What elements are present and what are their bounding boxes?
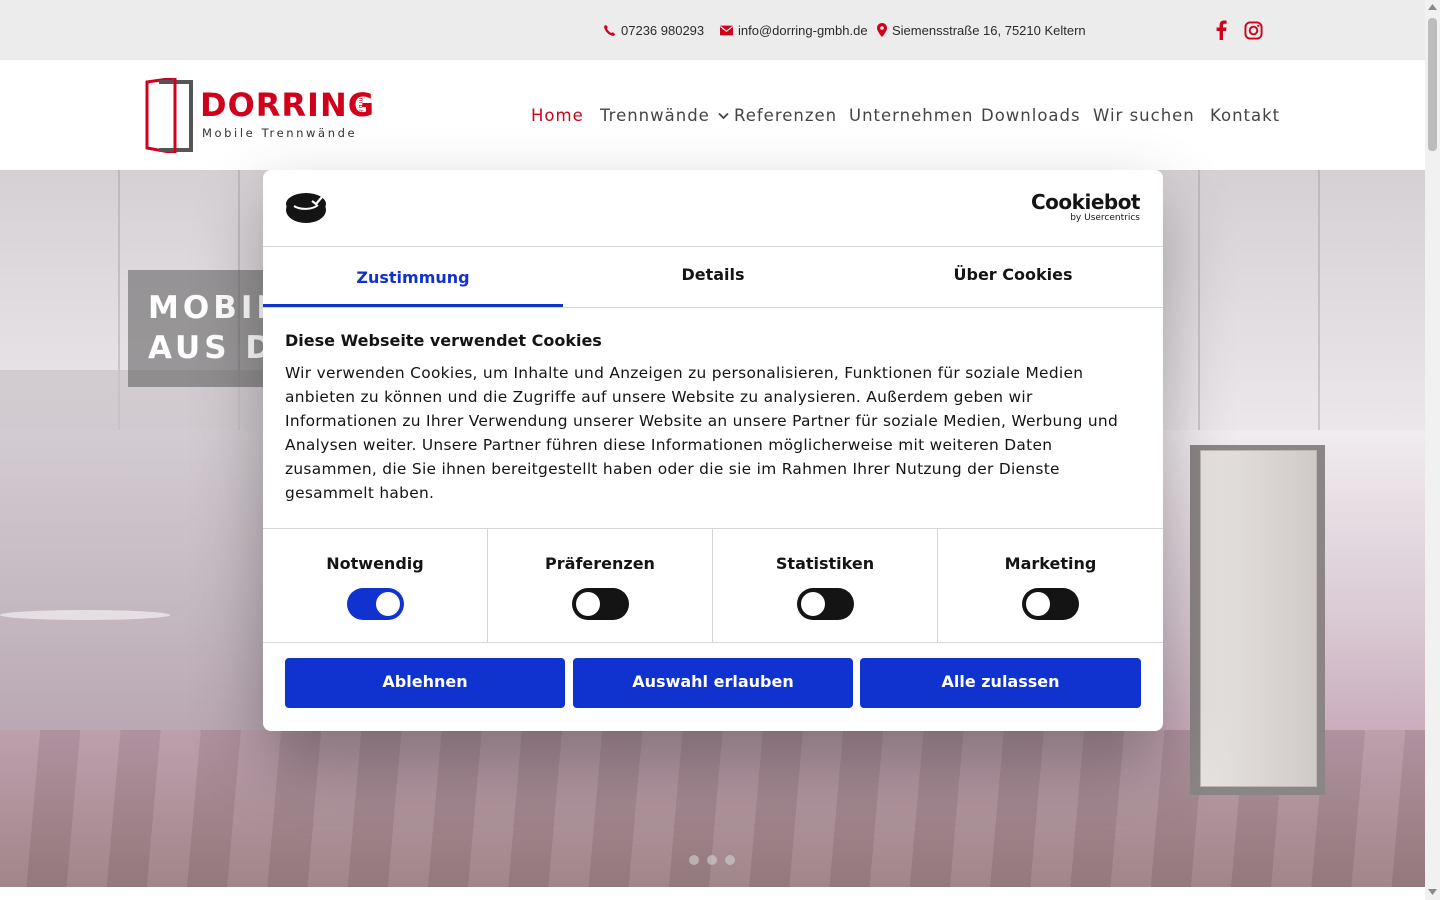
hero-image-mirror (0, 370, 265, 750)
nav-item-wir-suchen[interactable]: Wir suchen (1093, 106, 1195, 125)
nav-item-trennwaende[interactable]: Trennwände (600, 106, 729, 125)
top-contact-bar: 07236 980293 info@dorring-gmbh.de Siemen… (0, 0, 1425, 60)
toggle-notwendig[interactable] (347, 588, 404, 620)
cookie-dialog-body: Diese Webseite verwendet Cookies Wir ver… (285, 330, 1141, 505)
allow-selection-button[interactable]: Auswahl erlauben (573, 658, 853, 708)
logo-brand-text: DORRING (200, 86, 375, 124)
social-links (1215, 0, 1263, 60)
nav-item-home[interactable]: Home (531, 106, 584, 125)
toggle-marketing[interactable] (1022, 588, 1079, 620)
facebook-icon[interactable] (1215, 20, 1227, 40)
tab-label: Über Cookies (953, 265, 1073, 284)
toggle-knob (376, 592, 400, 616)
hero-title-line-1: MOBIL (148, 290, 281, 326)
slider-dot[interactable] (707, 855, 717, 865)
logo-tagline: Mobile Trennwände (202, 126, 358, 140)
email-contact[interactable]: info@dorring-gmbh.de (720, 0, 868, 60)
nav-item-label: Trennwände (600, 105, 710, 125)
phone-number[interactable]: 07236 980293 (621, 23, 704, 38)
site-logo[interactable]: DORRING GmbH Mobile Trennwände (145, 78, 374, 153)
address-text[interactable]: Siemensstraße 16, 75210 Keltern (892, 23, 1086, 38)
cookiebot-logo: Cookiebot by Usercentrics (1031, 190, 1141, 224)
instagram-icon[interactable] (1244, 20, 1263, 40)
hero-image-door (1200, 450, 1317, 787)
scrollbar-thumb[interactable] (1428, 18, 1437, 151)
slider-dots (689, 855, 743, 865)
site-cookie-logo-icon (286, 193, 326, 223)
phone-icon (604, 24, 616, 36)
slider-dot[interactable] (689, 855, 699, 865)
category-label: Notwendig (326, 554, 424, 573)
toggle-praeferenzen[interactable] (572, 588, 629, 620)
address-contact[interactable]: Siemensstraße 16, 75210 Keltern (877, 0, 1086, 60)
toggle-knob (576, 592, 600, 616)
cookie-buttons: Ablehnen Auswahl erlauben Alle zulassen (285, 658, 1141, 708)
toggle-knob (1026, 592, 1050, 616)
allow-all-button[interactable]: Alle zulassen (860, 658, 1141, 708)
tab-ueber-cookies[interactable]: Über Cookies (863, 247, 1163, 307)
cookie-consent-dialog: Cookiebot by Usercentrics Zustimmung Det… (263, 170, 1163, 731)
toggle-statistiken[interactable] (797, 588, 854, 620)
cookie-tabs: Zustimmung Details Über Cookies (263, 247, 1163, 308)
scroll-up-arrow-icon[interactable] (1428, 4, 1437, 10)
cookie-categories: Notwendig Präferenzen Statistiken Market… (263, 528, 1163, 643)
slider-dot[interactable] (725, 855, 735, 865)
cookie-dialog-header: Cookiebot by Usercentrics (263, 170, 1163, 247)
category-statistiken: Statistiken (713, 529, 938, 642)
nav-item-downloads[interactable]: Downloads (981, 106, 1081, 125)
phone-contact[interactable]: 07236 980293 (603, 0, 704, 60)
hero-title-box: MOBIL AUS DI (128, 270, 287, 387)
category-label: Statistiken (775, 554, 875, 573)
envelope-icon (720, 25, 733, 35)
email-address[interactable]: info@dorring-gmbh.de (738, 23, 868, 38)
cookiebot-brand: Cookiebot (1031, 190, 1141, 214)
nav-item-kontakt[interactable]: Kontakt (1210, 106, 1280, 125)
logo-gmbh-text: GmbH (357, 92, 364, 115)
toggle-knob (801, 592, 825, 616)
category-label: Präferenzen (545, 554, 655, 573)
chevron-down-icon (718, 112, 729, 120)
nav-item-referenzen[interactable]: Referenzen (734, 106, 837, 125)
map-marker-icon (877, 23, 887, 37)
category-marketing: Marketing (938, 529, 1163, 642)
category-label: Marketing (1004, 554, 1097, 573)
category-notwendig: Notwendig (263, 529, 488, 642)
nav-item-unternehmen[interactable]: Unternehmen (849, 106, 973, 125)
tab-zustimmung[interactable]: Zustimmung (263, 247, 563, 307)
category-praeferenzen: Präferenzen (488, 529, 713, 642)
scroll-down-arrow-icon[interactable] (1428, 889, 1437, 895)
cookie-heading: Diese Webseite verwendet Cookies (285, 331, 602, 350)
decline-button[interactable]: Ablehnen (285, 658, 565, 708)
site-header: DORRING GmbH Mobile Trennwände Home Tren… (0, 60, 1425, 170)
tab-label: Zustimmung (356, 268, 470, 287)
door-logo-icon (145, 78, 193, 153)
tab-details[interactable]: Details (563, 247, 863, 307)
hero-image-table (0, 610, 170, 620)
page-scrollbar[interactable] (1425, 0, 1440, 900)
tab-label: Details (681, 265, 745, 284)
cookie-description: Wir verwenden Cookies, um Inhalte und An… (285, 364, 1119, 502)
page-bottom-strip (0, 887, 1425, 900)
